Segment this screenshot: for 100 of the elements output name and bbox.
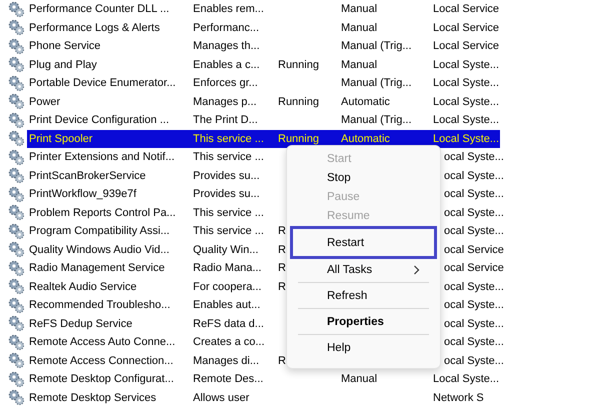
gears-icon <box>8 389 25 406</box>
service-description: Manages p... <box>192 96 257 108</box>
chevron-right-icon <box>413 264 420 274</box>
service-status: Running <box>277 58 319 72</box>
log-on-as: Local Syste... <box>432 96 500 108</box>
gears-icon <box>8 93 25 110</box>
log-on-as: Local Service <box>432 40 500 53</box>
service-name: Remote Access Connection... <box>28 354 174 368</box>
service-name: Printer Extensions and Notif... <box>28 151 175 164</box>
menu-item[interactable]: All Tasks <box>290 260 437 279</box>
log-on-as: Local Syste... <box>432 77 500 90</box>
service-description: This service ... <box>192 132 264 146</box>
log-on-as: ocal Syste... <box>443 225 504 238</box>
gears-icon <box>8 296 25 314</box>
menu-item[interactable]: Restart <box>290 226 437 259</box>
log-on-as: ocal Syste... <box>443 170 504 182</box>
gears-icon <box>8 186 25 203</box>
gears-icon <box>8 204 25 222</box>
log-on-as: ocal Syste... <box>443 280 504 294</box>
gears-icon <box>8 0 25 18</box>
service-description: For coopera... <box>192 280 262 294</box>
log-on-as: ocal Syste... <box>443 206 504 220</box>
startup-type: Manual <box>340 373 378 386</box>
service-status: R <box>277 225 286 238</box>
gears-icon <box>8 241 25 258</box>
log-on-as: ocal Syste... <box>443 299 504 312</box>
startup-type: Automatic <box>340 96 390 108</box>
gears-icon <box>8 370 25 388</box>
service-description: Remote Des... <box>192 373 264 386</box>
gears-icon <box>8 130 25 148</box>
service-name: Program Compatibility Assi... <box>28 225 170 238</box>
service-name: Print Spooler <box>28 132 93 146</box>
service-name: Performance Logs & Alerts <box>28 22 160 34</box>
log-on-as: ocal Syste... <box>443 336 504 349</box>
service-description: Creates a co... <box>192 336 265 349</box>
service-name: Remote Access Auto Conne... <box>28 336 176 349</box>
service-description: Performanc... <box>192 22 260 34</box>
service-name: ReFS Dedup Service <box>28 318 132 330</box>
service-description: Radio Mana... <box>192 262 262 275</box>
gears-icon <box>8 260 25 277</box>
menu-item[interactable]: Stop <box>290 168 437 187</box>
service-description: This service ... <box>192 206 264 220</box>
gears-icon <box>8 278 25 296</box>
startup-type: Automatic <box>340 132 390 146</box>
service-description: This service ... <box>192 225 264 238</box>
log-on-as: Local Syste... <box>432 114 500 127</box>
gears-icon <box>8 112 25 129</box>
service-name: Print Device Configuration ... <box>28 114 170 127</box>
menu-item[interactable]: Properties <box>290 312 437 331</box>
service-description: Enables a c... <box>192 58 260 72</box>
gears-icon <box>8 352 25 370</box>
log-on-as: Local Service <box>432 22 500 34</box>
log-on-as: ocal Syste... <box>443 354 504 368</box>
gears-icon <box>8 19 25 36</box>
menu-item[interactable]: Refresh <box>290 286 437 305</box>
startup-type: Manual (Trig... <box>340 40 412 53</box>
service-status: R <box>277 354 286 368</box>
log-on-as: Local Syste... <box>432 373 500 386</box>
log-on-as: Local Syste... <box>432 132 500 146</box>
service-description: The Print D... <box>192 114 258 127</box>
gears-icon <box>8 38 25 55</box>
log-on-as: Network S <box>432 392 484 404</box>
gears-icon <box>8 315 25 332</box>
service-name: Quality Windows Audio Vid... <box>28 244 170 256</box>
service-description: Manages th... <box>192 40 260 53</box>
startup-type: Manual <box>340 58 378 72</box>
menu-item[interactable]: Help <box>290 338 437 357</box>
service-description: Manages di... <box>192 354 260 368</box>
service-name: Power <box>28 96 60 108</box>
service-name: Phone Service <box>28 40 101 53</box>
log-on-as: ocal Syste... <box>443 188 504 201</box>
gears-icon <box>8 167 25 184</box>
service-name: Problem Reports Control Pa... <box>28 206 176 220</box>
service-description: Enables rem... <box>192 3 264 16</box>
log-on-as: Local Syste... <box>432 58 500 72</box>
service-status: R <box>277 280 286 294</box>
gears-icon <box>8 148 25 166</box>
gears-icon <box>8 56 25 74</box>
gears-icon <box>8 334 25 351</box>
service-description: This service ... <box>192 151 264 164</box>
service-name: Recommended Troublesho... <box>28 299 170 312</box>
service-name: Portable Device Enumerator... <box>28 77 176 90</box>
service-description: Provides su... <box>192 188 260 201</box>
service-name: Realtek Audio Service <box>28 280 137 294</box>
log-on-as: ocal Syste... <box>443 318 504 330</box>
service-status: R <box>277 262 286 275</box>
service-name: Remote Desktop Services <box>28 392 156 404</box>
service-name: Remote Desktop Configurat... <box>28 373 174 386</box>
service-description: Enables aut... <box>192 299 260 312</box>
startup-type: Manual (Trig... <box>340 114 412 127</box>
selected-row-highlight[interactable]: Print Spooler This service ... Running Automatic Local Syste... <box>27 130 500 148</box>
startup-type: Manual (Trig... <box>340 77 412 90</box>
gears-icon <box>8 222 25 240</box>
startup-type: Manual <box>340 3 378 16</box>
log-on-as: ocal Service <box>443 244 504 256</box>
service-description: Quality Win... <box>192 244 258 256</box>
service-status: Running <box>277 132 319 146</box>
service-description: Provides su... <box>192 170 260 182</box>
service-name: Performance Counter DLL ... <box>28 3 170 16</box>
service-status: R <box>277 244 286 256</box>
